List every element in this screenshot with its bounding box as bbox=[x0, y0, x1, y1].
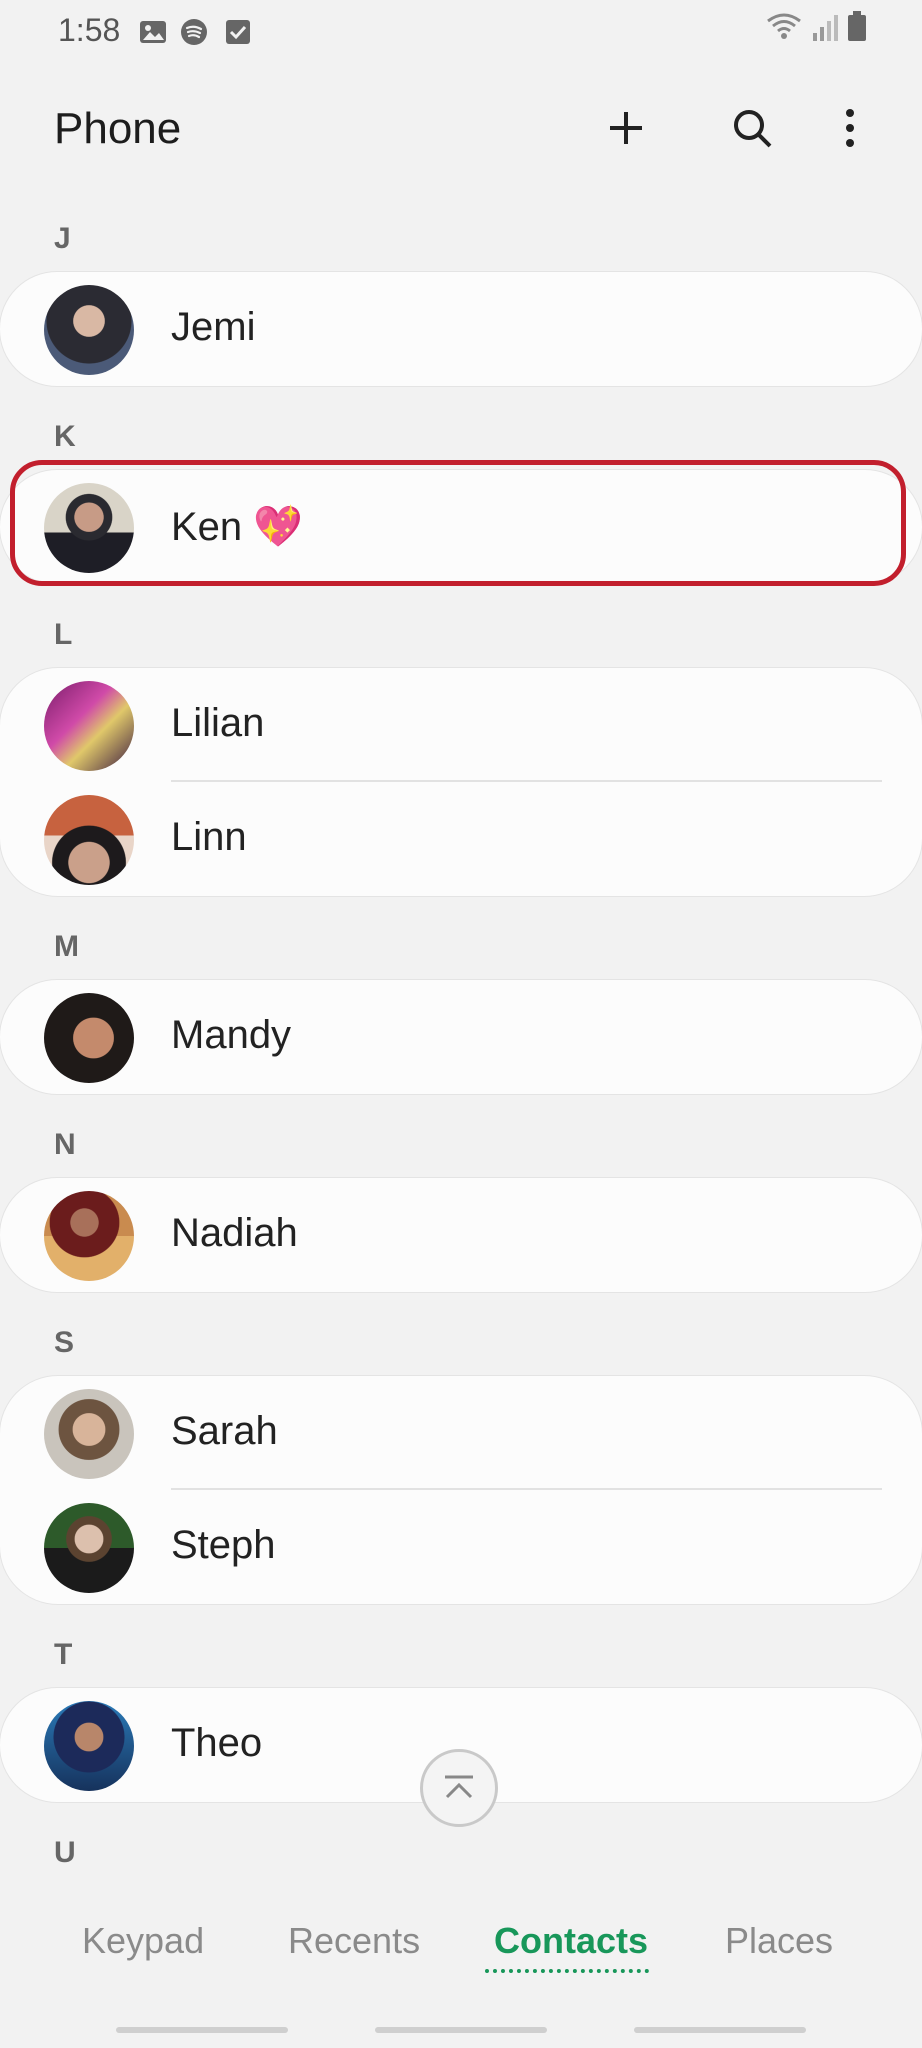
avatar bbox=[44, 993, 134, 1083]
contact-row-linn[interactable]: Linn bbox=[0, 782, 922, 896]
more-vert-icon bbox=[846, 109, 854, 147]
wifi-icon bbox=[766, 11, 802, 46]
search-button[interactable] bbox=[722, 98, 782, 158]
contact-name: Steph bbox=[171, 1523, 276, 1567]
section-letter-u: U bbox=[54, 1836, 76, 1869]
contact-row-mandy[interactable]: Mandy bbox=[0, 980, 922, 1094]
avatar bbox=[44, 285, 134, 375]
section-letter-m: M bbox=[54, 930, 79, 963]
add-contact-button[interactable] bbox=[596, 98, 656, 158]
contact-name: Lilian bbox=[171, 701, 265, 745]
contact-row-steph[interactable]: Steph bbox=[0, 1490, 922, 1604]
selection-highlight bbox=[10, 460, 906, 586]
avatar bbox=[44, 1503, 134, 1593]
status-time: 1:58 bbox=[58, 12, 121, 48]
signal-icon bbox=[812, 13, 838, 46]
section-letter-n: N bbox=[54, 1128, 76, 1161]
contact-name: Sarah bbox=[171, 1409, 278, 1453]
contact-name: Mandy bbox=[171, 1013, 292, 1057]
checkbox-icon bbox=[224, 18, 252, 46]
avatar bbox=[44, 1701, 134, 1791]
search-icon bbox=[734, 110, 772, 148]
active-tab-indicator bbox=[485, 1969, 649, 1973]
section-letter-t: T bbox=[54, 1638, 73, 1671]
tab-places[interactable]: Places bbox=[725, 1920, 833, 1962]
page-title: Phone bbox=[54, 104, 182, 153]
section-letter-j: J bbox=[54, 222, 71, 255]
contact-card: Jemi bbox=[0, 272, 922, 386]
tab-recents[interactable]: Recents bbox=[288, 1920, 420, 1962]
avatar bbox=[44, 681, 134, 771]
add-icon bbox=[610, 112, 642, 144]
contact-card: Mandy bbox=[0, 980, 922, 1094]
avatar bbox=[44, 1191, 134, 1281]
contact-row-nadiah[interactable]: Nadiah bbox=[0, 1178, 922, 1292]
contact-name: Theo bbox=[171, 1721, 263, 1765]
nav-gesture-home[interactable] bbox=[375, 2027, 547, 2033]
status-bar: 1:58 bbox=[0, 0, 922, 62]
nav-gesture-right[interactable] bbox=[634, 2027, 806, 2033]
section-letter-l: L bbox=[54, 618, 73, 651]
tab-keypad[interactable]: Keypad bbox=[82, 1920, 204, 1962]
spotify-icon bbox=[180, 18, 208, 46]
contact-row-jemi[interactable]: Jemi bbox=[0, 272, 922, 386]
contact-row-lilian[interactable]: Lilian bbox=[0, 668, 922, 782]
bottom-tab-bar: Keypad Recents Contacts Places bbox=[0, 1900, 922, 1990]
contact-name: Linn bbox=[171, 815, 247, 859]
contact-row-sarah[interactable]: Sarah bbox=[0, 1376, 922, 1490]
avatar bbox=[44, 795, 134, 885]
contact-name: Jemi bbox=[171, 305, 256, 349]
avatar bbox=[44, 1389, 134, 1479]
contact-card: Lilian Linn bbox=[0, 668, 922, 896]
more-options-button[interactable] bbox=[820, 98, 880, 158]
chevron-up-icon bbox=[445, 1775, 473, 1799]
image-icon bbox=[139, 18, 167, 46]
tab-contacts[interactable]: Contacts bbox=[494, 1920, 648, 1962]
section-letter-k: K bbox=[54, 420, 76, 453]
contact-name: Nadiah bbox=[171, 1211, 298, 1255]
contact-card: Nadiah bbox=[0, 1178, 922, 1292]
nav-gesture-left[interactable] bbox=[116, 2027, 288, 2033]
section-letter-s: S bbox=[54, 1326, 75, 1359]
battery-icon bbox=[848, 11, 866, 46]
scroll-to-top-button[interactable] bbox=[420, 1749, 498, 1827]
contact-card: Sarah Steph bbox=[0, 1376, 922, 1604]
